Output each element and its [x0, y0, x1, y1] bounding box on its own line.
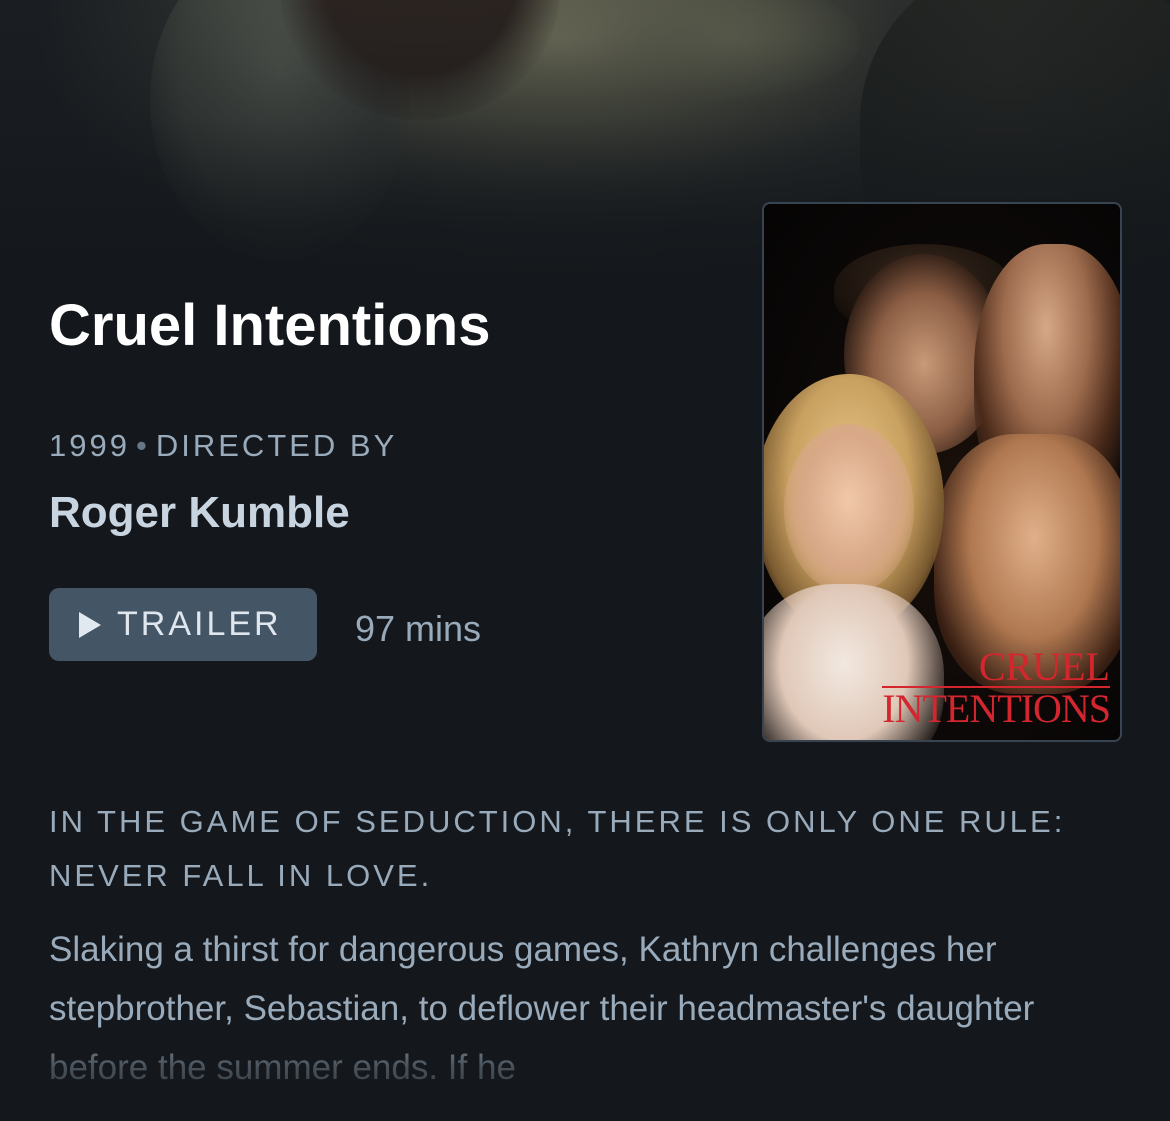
- release-year[interactable]: 1999: [49, 428, 130, 463]
- poster-title-line2: INTENTIONS: [882, 686, 1111, 731]
- trailer-label: TRAILER: [117, 605, 282, 643]
- directed-by-label: DIRECTED BY: [155, 428, 398, 463]
- runtime: 97 mins: [355, 608, 482, 649]
- film-tagline: IN THE GAME OF SEDUCTION, THERE IS ONLY …: [49, 804, 1066, 893]
- trailer-button[interactable]: TRAILER: [49, 588, 317, 661]
- film-meta: 1999 • DIRECTED BY: [49, 428, 397, 464]
- film-title: Cruel Intentions: [49, 293, 491, 358]
- poster-figure: [784, 424, 914, 594]
- separator-dot: •: [135, 428, 150, 463]
- poster-title: CRUEL INTENTIONS: [882, 644, 1111, 731]
- play-icon: [79, 611, 101, 638]
- film-poster[interactable]: CRUEL INTENTIONS: [762, 202, 1122, 742]
- poster-title-line1: CRUEL: [978, 644, 1110, 689]
- synopsis-fade: [0, 1030, 1170, 1121]
- director-name[interactable]: Roger Kumble: [49, 488, 350, 538]
